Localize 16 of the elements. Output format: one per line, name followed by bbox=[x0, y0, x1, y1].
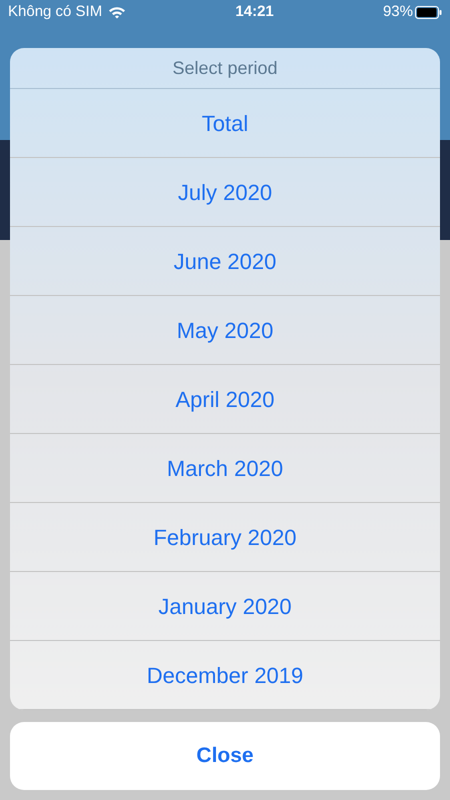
period-option[interactable]: January 2020 bbox=[10, 572, 440, 641]
period-option[interactable]: February 2020 bbox=[10, 503, 440, 572]
carrier-label: Không có SIM bbox=[8, 2, 102, 22]
wifi-icon bbox=[108, 6, 126, 18]
sheet-title: Select period bbox=[172, 56, 278, 80]
close-button[interactable]: Close bbox=[10, 722, 440, 790]
period-option[interactable]: March 2020 bbox=[10, 434, 440, 503]
clock-time: 14:21 bbox=[235, 2, 274, 22]
battery-icon bbox=[415, 6, 442, 18]
period-option[interactable]: Total bbox=[10, 89, 440, 158]
period-option[interactable]: December 2019 bbox=[10, 641, 440, 710]
period-option[interactable]: July 2020 bbox=[10, 158, 440, 227]
battery-percent: 93% bbox=[382, 2, 413, 22]
period-option[interactable]: April 2020 bbox=[10, 365, 440, 434]
period-option[interactable]: May 2020 bbox=[10, 296, 440, 365]
period-option[interactable]: June 2020 bbox=[10, 227, 440, 296]
